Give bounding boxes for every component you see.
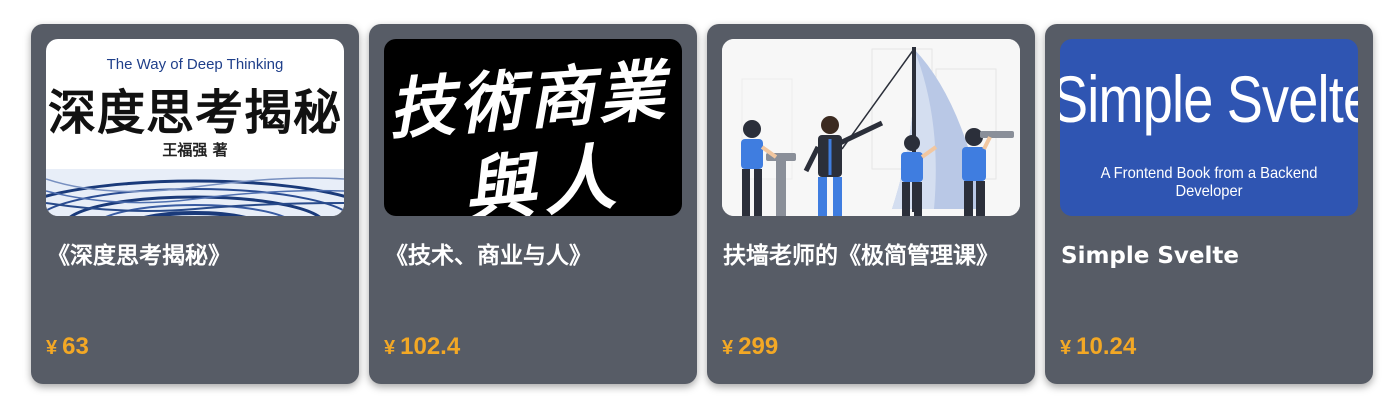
currency-symbol: ¥ [722, 337, 734, 359]
book-cover-image[interactable]: The Way of Deep Thinking 深度思考揭秘 王福强 著 [46, 39, 344, 216]
product-title[interactable]: 《技术、商业与人》 [385, 236, 675, 276]
swirl-pattern-graphic [46, 169, 344, 216]
product-card-deep-thinking[interactable]: The Way of Deep Thinking 深度思考揭秘 王福强 著 《深… [31, 24, 359, 384]
price-value: 299 [738, 333, 779, 360]
price-value: 10.24 [1076, 333, 1137, 360]
cover-subtitle: A Frontend Book from a Backend Developer [1100, 165, 1318, 200]
product-title[interactable]: 扶墙老师的《极简管理课》 [723, 236, 1013, 276]
cover-title: Simple Svelte [1060, 62, 1358, 136]
cover-author: 王福强 著 [162, 141, 228, 159]
currency-symbol: ¥ [46, 337, 58, 359]
team-telescope-illustration [722, 39, 1020, 216]
book-cover-image[interactable]: Simple Svelte A Frontend Book from a Bac… [1060, 39, 1358, 216]
product-title[interactable]: 《深度思考揭秘》 [47, 236, 337, 276]
product-price: ¥63 [46, 330, 89, 365]
cover-subtitle: The Way of Deep Thinking [106, 56, 284, 73]
cover-calligraphy-line2: 與人 [458, 132, 627, 216]
product-price: ¥10.24 [1060, 330, 1136, 365]
book-cover-image[interactable]: 技術商業 與人 [384, 39, 682, 216]
product-card-simple-svelte[interactable]: Simple Svelte A Frontend Book from a Bac… [1045, 24, 1373, 384]
product-title[interactable]: Simple Svelte [1061, 236, 1351, 276]
currency-symbol: ¥ [1060, 337, 1072, 359]
product-card-minimal-management[interactable]: 扶墙老师的《极简管理课》 ¥299 [707, 24, 1035, 384]
product-card-tech-business-people[interactable]: 技術商業 與人 《技术、商业与人》 ¥102.4 [369, 24, 697, 384]
product-price: ¥102.4 [384, 330, 460, 365]
price-value: 63 [62, 333, 89, 360]
price-value: 102.4 [400, 333, 461, 360]
book-cover-image[interactable] [722, 39, 1020, 216]
cover-title: 深度思考揭秘 [47, 85, 342, 141]
product-grid: The Way of Deep Thinking 深度思考揭秘 王福强 著 《深… [0, 0, 1396, 410]
product-price: ¥299 [722, 330, 778, 365]
currency-symbol: ¥ [384, 337, 396, 359]
